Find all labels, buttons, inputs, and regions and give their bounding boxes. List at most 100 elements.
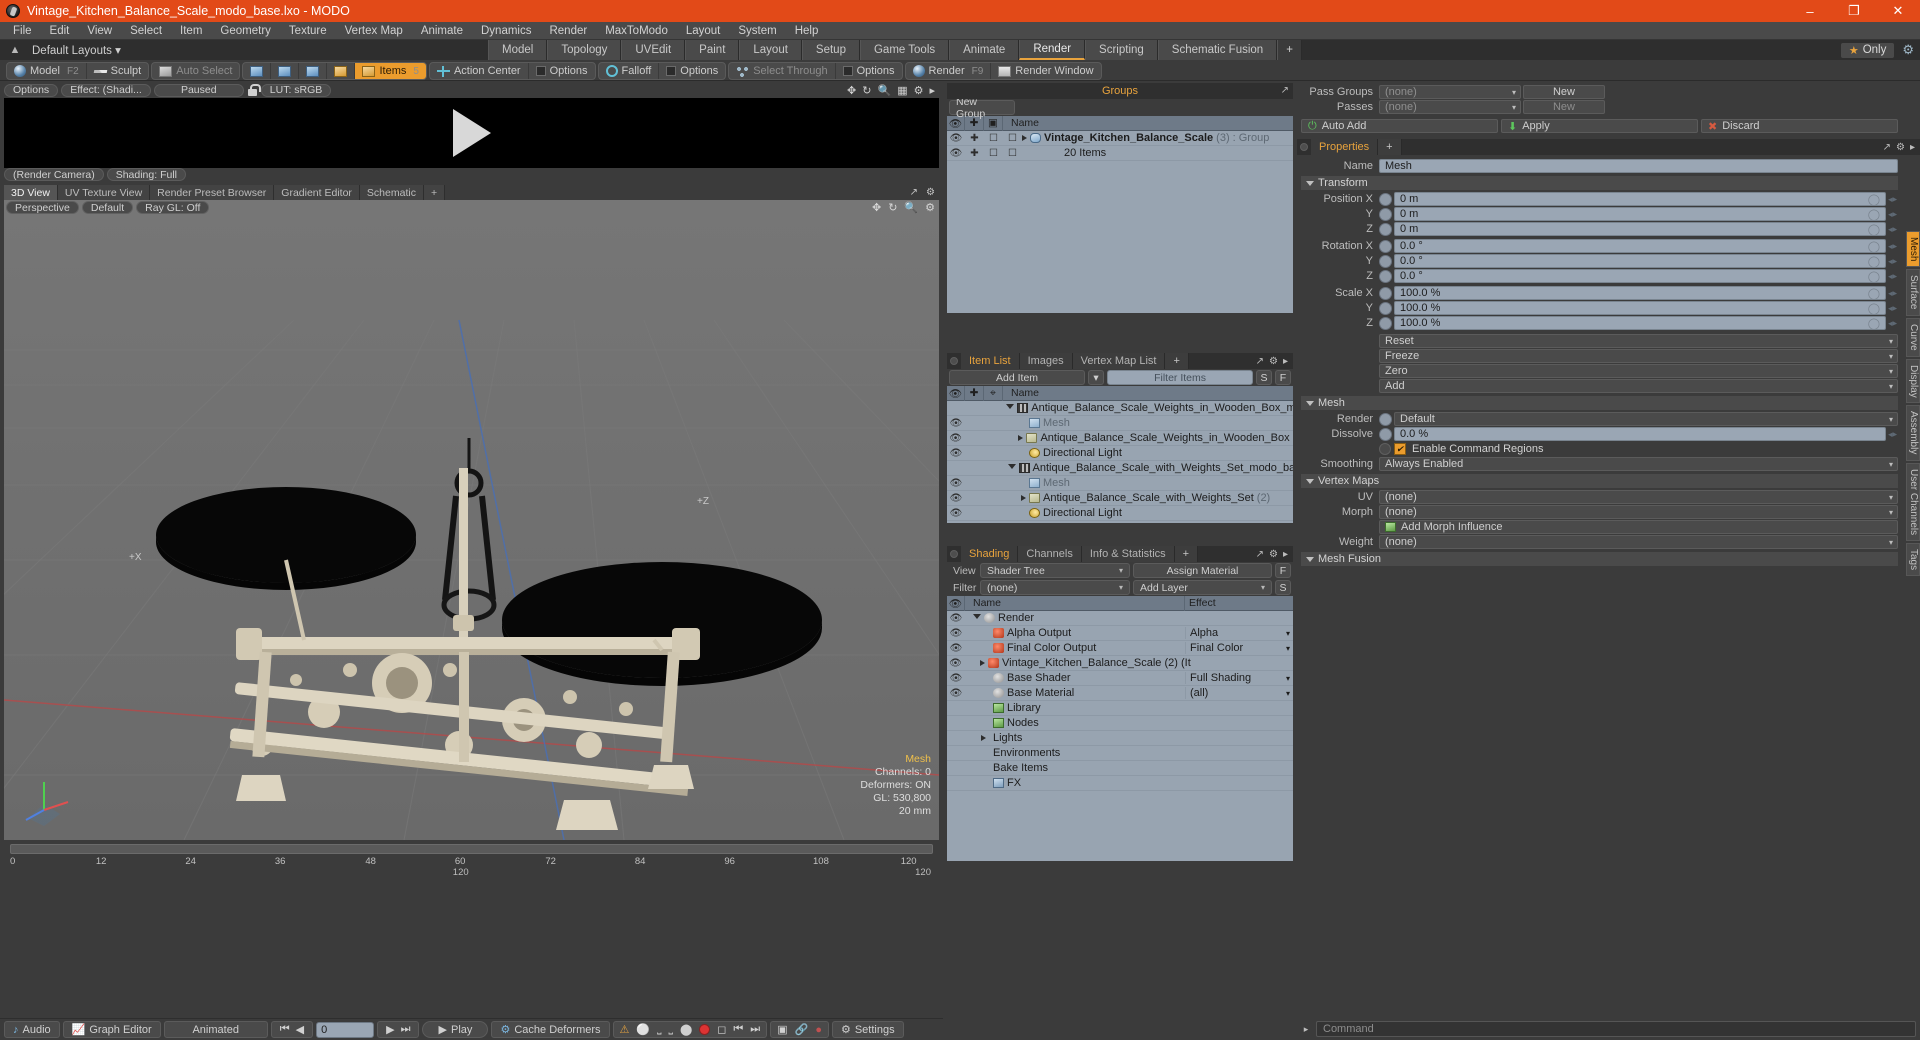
menu-item-edit[interactable]: Edit [41,22,79,40]
vtab-mesh[interactable]: Mesh [1906,231,1920,268]
tab-uv-texture-view[interactable]: UV Texture View [57,185,151,200]
add-item-dropdown[interactable]: ▾ [1088,370,1105,385]
expand-icon[interactable]: ↗ [1256,549,1264,560]
rotation-x-field[interactable]: 0.0 ° ◯ [1394,239,1886,253]
viewport-perspective-dropdown[interactable]: Perspective [6,201,79,214]
channel-knob-icon[interactable] [1379,427,1392,441]
list-item[interactable]: 👁 Render [947,611,1293,626]
vtab-user-channels[interactable]: User Channels [1906,462,1920,541]
chevron-right-icon[interactable]: ▸ [1299,1021,1313,1037]
cache-deformers-button[interactable]: ⚙ Cache Deformers [491,1021,610,1038]
warn-icon[interactable]: ⚠ [620,1023,630,1036]
expand-arrow-icon[interactable] [1018,435,1024,441]
assign-material-button[interactable]: Assign Material [1133,563,1272,578]
action-center-options-button[interactable]: Options [529,63,595,79]
spinner-icon[interactable]: ◂▸ [1886,256,1898,267]
chevron-right-icon[interactable]: ▸ [1910,142,1915,153]
select-through-options-button[interactable]: Options [836,63,902,79]
filter-items-input[interactable]: Filter Items [1107,370,1254,385]
tab-channels[interactable]: Channels [1018,546,1082,562]
add-layer-button[interactable]: Add Layer ▾ [1133,580,1272,595]
tab-uvedit[interactable]: UVEdit [621,40,686,60]
expand-arrow-icon[interactable] [1021,495,1026,501]
tab-gradient-editor[interactable]: Gradient Editor [274,185,360,200]
position-z-field[interactable]: 0 m ◯ [1394,222,1886,236]
tab-item-list[interactable]: Item List [961,353,1020,369]
smoothing-dropdown[interactable]: Always Enabled ▾ [1379,457,1898,471]
list-item[interactable]: Antique_Balance_Scale_with_Weights_Set_m… [947,461,1293,476]
play-button[interactable]: ▶ Play [422,1021,489,1038]
shading-dropdown[interactable]: Shading: Full [106,168,186,181]
only-toggle[interactable]: ★ Only [1840,42,1895,58]
channel-knob-icon[interactable] [1379,316,1392,330]
r[interactable]: 0.0 ° ◯ [1394,269,1886,283]
vtab-assembly[interactable]: Assembly [1906,405,1920,461]
menu-item-file[interactable]: File [4,22,41,40]
skip-back-icon[interactable]: ⏮ [280,1023,290,1036]
row-lock-icon[interactable]: ☐ [984,148,1003,159]
tab-render[interactable]: Render [1019,40,1086,60]
chevron-right-icon[interactable]: ▸ [1283,356,1288,367]
expand-icon[interactable]: ↗ [1256,356,1264,367]
spinner-icon[interactable]: ◂▸ [1886,288,1898,299]
row-eye-icon[interactable]: 👁 [947,493,965,504]
list-item[interactable]: 👁 Base Shader Full Shading ▾ [947,671,1293,686]
key-delete-icon[interactable]: ◻ [717,1023,726,1036]
render-window-button[interactable]: Render Window [991,63,1100,79]
list-item[interactable]: 👁 Directional Light [947,446,1293,461]
render-button[interactable]: Render F9 [906,63,992,79]
auto-select-button[interactable]: Auto Select [152,63,239,79]
close-button[interactable]: ✕ [1876,0,1920,22]
expand-arrow-icon[interactable] [973,614,981,622]
default-layouts-dropdown[interactable]: Default Layouts ▾ [24,43,121,57]
channel-knob-icon[interactable] [1379,222,1392,236]
shading-filter-dropdown[interactable]: (none) ▾ [980,580,1130,595]
panel-dot-icon[interactable] [947,546,961,562]
table-row[interactable]: 👁 ✚ ☐ ☐ Vintage_Kitchen_Balance_Scale (3… [947,131,1293,146]
list-item[interactable]: Antique_Balance_Scale_Weights_in_Wooden_… [947,401,1293,416]
shader-effect[interactable]: Final Color ▾ [1185,642,1293,654]
audio-button[interactable]: ♪ Audio [4,1021,60,1038]
mesh-section-header[interactable]: Mesh [1301,396,1898,410]
vertex-maps-section-header[interactable]: Vertex Maps [1301,474,1898,488]
list-item[interactable]: Lights [947,731,1293,746]
timeline[interactable]: 0 12 24 36 48 60 72 84 96 108 120 120 12… [4,841,939,878]
channel-knob-icon[interactable] [1379,269,1392,283]
weight-dropdown[interactable]: (none) ▾ [1379,535,1898,549]
menu-item-render[interactable]: Render [540,22,596,40]
spinner-icon[interactable]: ◂▸ [1886,241,1898,252]
tab-render-preset-browser[interactable]: Render Preset Browser [150,185,275,200]
tab-topology[interactable]: Topology [547,40,622,60]
row-eye-icon[interactable]: 👁 [947,433,964,444]
list-item[interactable]: Nodes [947,716,1293,731]
select-through-button[interactable]: Select Through [729,63,836,79]
play-icon[interactable] [452,109,491,157]
key-set-icon[interactable]: ⬤ [680,1023,692,1036]
list-item[interactable]: Library [947,701,1293,716]
list-item[interactable]: 👁 Final Color Output Final Color ▾ [947,641,1293,656]
dissolve-field[interactable]: 0.0 % [1394,427,1886,441]
tab-images[interactable]: Images [1019,353,1073,369]
step-forward-icon[interactable]: ▶ [386,1023,394,1036]
row-eye-icon[interactable]: 👁 [947,658,964,669]
spinner-icon[interactable]: ◂▸ [1886,224,1898,235]
name-field[interactable]: Mesh [1379,159,1898,173]
rotation-y-field[interactable]: 0.0 ° ◯ [1394,254,1886,268]
list-item[interactable]: 👁 Directional Light [947,506,1293,521]
item-list-add-tab[interactable]: + [1165,353,1189,369]
spinner-icon[interactable]: ◂▸ [1886,209,1898,220]
tab-info-statistics[interactable]: Info & Statistics [1081,546,1175,562]
tab-properties[interactable]: Properties [1311,139,1379,155]
expand-icon[interactable]: ↗ [906,185,922,200]
shader-tree-rows[interactable]: 👁 Render 👁 Alpha Output Alpha ▾ 👁 Final … [947,611,1293,861]
gear-icon[interactable]: ⚙ [1269,356,1278,367]
row-extra-icon[interactable]: ☐ [1003,148,1022,159]
sculpt-mode-button[interactable]: Sculpt [87,63,149,79]
render-dropdown[interactable]: Default ▾ [1394,412,1898,426]
table-row[interactable]: 👁 ✚ ☐ ☐ 20 Items [947,146,1293,161]
tab-scripting[interactable]: Scripting [1085,40,1158,60]
scale-z-field[interactable]: 100.0 % ◯ [1394,316,1886,330]
filter-s-button[interactable]: S [1256,370,1273,385]
expand-arrow-icon[interactable] [1007,464,1016,472]
channel-knob-icon[interactable] [1379,412,1392,426]
